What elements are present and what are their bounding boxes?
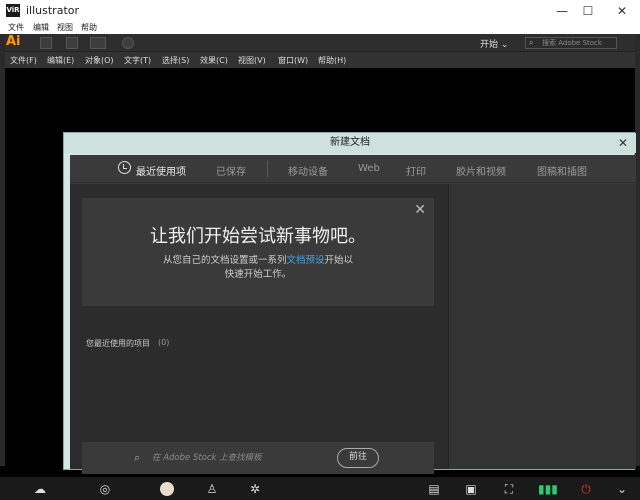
welcome-title: 让我们开始尝试新事物吧。 bbox=[150, 226, 366, 247]
template-search-bar: ⌕ 在 Adobe Stock 上查找模板 前往 bbox=[82, 442, 434, 474]
chat-icon[interactable]: ◎ bbox=[96, 480, 114, 498]
cloud-upload-icon[interactable]: ☁ bbox=[31, 480, 49, 498]
search-icon: ⌕ bbox=[529, 38, 534, 47]
menu-type[interactable]: 文字(T) bbox=[124, 55, 151, 66]
ai-logo: Ai bbox=[6, 34, 21, 49]
app-menubar: 文件(F) 编辑(E) 对象(O) 文字(T) 选择(S) 效果(C) 视图(V… bbox=[0, 52, 640, 68]
workspace-switcher[interactable]: 开始 ⌄ bbox=[480, 37, 508, 50]
menu-effect[interactable]: 效果(C) bbox=[200, 55, 228, 66]
tab-print[interactable]: 打印 bbox=[406, 163, 426, 178]
stock-search-input[interactable]: ⌕ 搜索 Adobe Stock bbox=[525, 37, 617, 49]
app-window: ViR illustrator — ☐ ✕ 文件 编辑 视图 帮助 Ai 开始 … bbox=[0, 0, 640, 500]
template-search-input[interactable]: 在 Adobe Stock 上查找模板 bbox=[152, 451, 272, 465]
title-bar: ViR illustrator — ☐ ✕ bbox=[0, 0, 640, 22]
stock-search-placeholder: 搜索 Adobe Stock bbox=[542, 39, 602, 47]
dialog-body: 最近使用项 已保存 移动设备 Web 打印 胶片和视频 图稿和插图 ✕ 让我们开… bbox=[70, 155, 636, 474]
recent-items-label: 您最近使用的项目 bbox=[86, 339, 150, 348]
tab-saved[interactable]: 已保存 bbox=[216, 163, 246, 178]
new-document-dialog: 新建文档 ✕ 最近使用项 已保存 移动设备 Web 打印 胶片和视频 图稿和插图… bbox=[63, 132, 636, 474]
tab-art-illustration[interactable]: 图稿和插图 bbox=[537, 163, 587, 178]
app-toolbar: Ai 开始 ⌄ ⌕ 搜索 Adobe Stock bbox=[0, 34, 640, 52]
menu-select[interactable]: 选择(S) bbox=[162, 55, 189, 66]
clock-icon bbox=[118, 161, 131, 174]
tab-recent[interactable]: 最近使用项 bbox=[136, 163, 186, 178]
menu-edit[interactable]: 编辑(E) bbox=[47, 55, 74, 66]
recent-items-count: (0) bbox=[158, 338, 170, 347]
avatar[interactable] bbox=[160, 482, 174, 496]
tab-divider bbox=[267, 161, 268, 177]
tab-film-video[interactable]: 胶片和视频 bbox=[456, 163, 506, 178]
dialog-title: 新建文档 bbox=[64, 133, 636, 153]
document-presets-link[interactable]: 文档预设 bbox=[286, 255, 324, 266]
close-icon[interactable]: ✕ bbox=[414, 202, 426, 218]
user-icon[interactable]: ♙ bbox=[203, 480, 221, 498]
sys-menu-view[interactable]: 视图 bbox=[57, 22, 73, 33]
window-title: illustrator bbox=[26, 4, 80, 17]
welcome-card: ✕ 让我们开始尝试新事物吧。 从您自己的文档设置或一系列文档预设开始以 快速开始… bbox=[82, 198, 434, 306]
go-button[interactable]: 前往 bbox=[337, 448, 379, 468]
chevron-down-icon: ⌄ bbox=[500, 40, 509, 50]
bridge-icon[interactable] bbox=[40, 37, 52, 49]
preset-tabs: 最近使用项 已保存 移动设备 Web 打印 胶片和视频 图稿和插图 bbox=[70, 155, 636, 183]
sys-menu-edit[interactable]: 编辑 bbox=[33, 22, 49, 33]
welcome-subtitle: 从您自己的文档设置或一系列文档预设开始以 快速开始工作。 bbox=[82, 254, 434, 282]
welcome-text-3: 快速开始工作。 bbox=[224, 269, 292, 280]
sys-menu-file[interactable]: 文件 bbox=[8, 22, 24, 33]
maximize-button[interactable]: ☐ bbox=[573, 2, 603, 20]
gpu-performance-icon[interactable] bbox=[122, 37, 134, 49]
fullscreen-icon[interactable]: ⛶ bbox=[500, 480, 518, 498]
preset-details-pane bbox=[448, 184, 636, 469]
battery-icon: ▮▮▮ bbox=[538, 482, 558, 496]
tab-mobile[interactable]: 移动设备 bbox=[288, 163, 328, 178]
menu-help[interactable]: 帮助(H) bbox=[318, 55, 346, 66]
taskbar: ☁ ◎ ♙ ✲ ▤ ▣ ⛶ ▮▮▮ ⏻ ⌄ bbox=[0, 476, 640, 500]
close-button[interactable]: ✕ bbox=[607, 2, 637, 20]
terminal-icon[interactable]: ▣ bbox=[462, 480, 480, 498]
welcome-text-1: 从您自己的文档设置或一系列 bbox=[162, 255, 287, 266]
app-icon: ViR bbox=[6, 4, 20, 17]
menu-view[interactable]: 视图(V) bbox=[238, 55, 266, 66]
settings-icon[interactable]: ✲ bbox=[246, 480, 264, 498]
left-border bbox=[0, 34, 5, 466]
arrange-documents-icon[interactable] bbox=[90, 37, 106, 49]
workspace-label: 开始 bbox=[480, 40, 499, 50]
menu-file[interactable]: 文件(F) bbox=[10, 55, 37, 66]
tab-web[interactable]: Web bbox=[358, 163, 380, 174]
sys-menu-help[interactable]: 帮助 bbox=[81, 22, 97, 33]
document-icon[interactable]: ▤ bbox=[425, 480, 443, 498]
menu-object[interactable]: 对象(O) bbox=[85, 55, 114, 66]
chevron-down-icon[interactable]: ⌄ bbox=[613, 480, 631, 498]
dialog-close-icon[interactable]: ✕ bbox=[618, 135, 628, 151]
power-icon[interactable]: ⏻ bbox=[577, 480, 595, 498]
recent-pane: ✕ 让我们开始尝试新事物吧。 从您自己的文档设置或一系列文档预设开始以 快速开始… bbox=[70, 184, 448, 474]
welcome-text-2: 开始以 bbox=[324, 255, 354, 266]
search-icon: ⌕ bbox=[134, 451, 141, 464]
menu-window[interactable]: 窗口(W) bbox=[278, 55, 308, 66]
stock-icon[interactable] bbox=[66, 37, 78, 49]
system-menubar: 文件 编辑 视图 帮助 bbox=[0, 22, 640, 34]
